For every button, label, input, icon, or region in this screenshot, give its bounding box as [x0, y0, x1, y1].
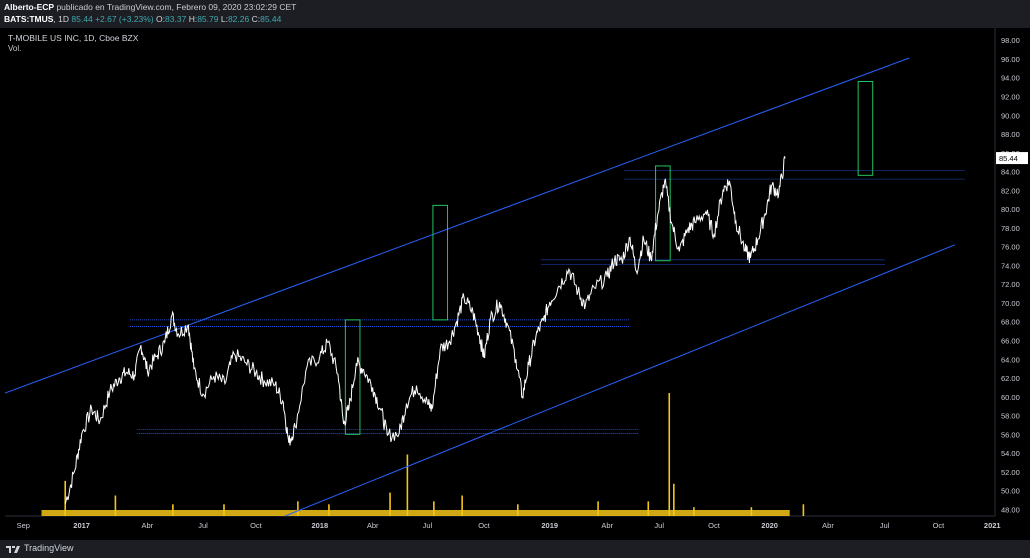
price-axis-label: 96.00 [1001, 55, 1020, 64]
time-axis-label: 2020 [761, 521, 778, 530]
time-axis-label: Oct [708, 521, 721, 530]
publisher-name[interactable]: Alberto-ECP [4, 2, 54, 12]
time-axis-label: 2021 [984, 521, 1001, 530]
price-change: +2.67 (+3.23%) [95, 14, 154, 24]
price-axis-label: 58.00 [1001, 412, 1020, 421]
published-text: publicado en TradingView.com, Febrero 09… [56, 2, 297, 12]
low-label: L: [220, 14, 228, 24]
price-axis-label: 84.00 [1001, 168, 1020, 177]
volume-bar [406, 454, 409, 516]
price-axis-label: 94.00 [1001, 74, 1020, 83]
price-axis-label: 62.00 [1001, 374, 1020, 383]
chart-header: Alberto-ECP publicado en TradingView.com… [0, 0, 1030, 28]
volume-baseline [41, 510, 790, 516]
time-axis-label: Sep [17, 521, 30, 530]
price-chart[interactable]: 48.00 50.00 52.00 54.00 56.00 58.00 60.00 62.00… [0, 28, 1030, 540]
price-axis-label: 76.00 [1001, 243, 1020, 252]
time-axis-label: Abr [142, 521, 154, 530]
volume-legend: Vol. [8, 44, 22, 53]
price-axis-label: 54.00 [1001, 449, 1020, 458]
price-axis-label: 78.00 [1001, 224, 1020, 233]
interval: 1D [58, 14, 70, 24]
time-axis-label: Abr [367, 521, 379, 530]
time-axis-label: 2017 [73, 521, 90, 530]
plot-background [5, 28, 995, 516]
volume-bar [802, 504, 805, 516]
tradingview-logo[interactable]: TradingView [6, 543, 74, 554]
time-axis-label: 2018 [311, 521, 328, 530]
open-value: 83.37 [165, 14, 187, 24]
footer: TradingView [0, 540, 1030, 558]
close-value: 85.44 [260, 14, 282, 24]
high-value: 85.79 [197, 14, 219, 24]
time-axis-label: Abr [601, 521, 613, 530]
time-axis-label: 2019 [541, 521, 558, 530]
price-axis-label: 82.00 [1001, 186, 1020, 195]
last-price-label: 85.44 [999, 154, 1018, 163]
chart-legend-title: T-MOBILE US INC, 1D, Cboe BZX [8, 33, 139, 43]
price-axis-label: 90.00 [1001, 111, 1020, 120]
price-axis-label: 70.00 [1001, 299, 1020, 308]
price-axis-label: 50.00 [1001, 487, 1020, 496]
price-axis-label: 92.00 [1001, 93, 1020, 102]
close-label: C: [251, 14, 261, 24]
price-axis-label: 64.00 [1001, 355, 1020, 364]
publish-info: Alberto-ECP publicado en TradingView.com… [4, 2, 296, 12]
price-axis-label: 66.00 [1001, 337, 1020, 346]
time-axis-label: Oct [250, 521, 263, 530]
chart-area[interactable]: 48.00 50.00 52.00 54.00 56.00 58.00 60.00 62.00… [0, 28, 1030, 540]
time-axis-label: Jul [198, 521, 208, 530]
open-label: O: [156, 14, 166, 24]
time-axis-label: Oct [933, 521, 946, 530]
ohlc-line: BATS:TMUS, 1D 85.44 +2.67 (+3.23%) O:83.… [4, 14, 282, 24]
time-axis-label: Jul [880, 521, 890, 530]
tradingview-logo-icon [6, 546, 20, 554]
time-axis-label: Jul [654, 521, 664, 530]
volume-bar [668, 393, 671, 516]
price-axis-label: 88.00 [1001, 130, 1020, 139]
low-value: 82.26 [227, 14, 250, 24]
time-axis-label: Jul [423, 521, 433, 530]
price-axis-label: 80.00 [1001, 205, 1020, 214]
high-label: H: [188, 14, 198, 24]
price-axis-label: 72.00 [1001, 280, 1020, 289]
last-price: 85.44 [71, 14, 93, 24]
price-axis-label: 74.00 [1001, 261, 1020, 270]
symbol: BATS:TMUS [4, 14, 54, 24]
time-axis-label: Oct [478, 521, 491, 530]
time-axis-label: Abr [822, 521, 834, 530]
tradingview-brand: TradingView [24, 543, 74, 553]
price-axis-label: 52.00 [1001, 468, 1020, 477]
price-axis-label: 68.00 [1001, 318, 1020, 327]
price-axis-label: 98.00 [1001, 36, 1020, 45]
price-axis-label: 60.00 [1001, 393, 1020, 402]
price-axis-label: 48.00 [1001, 505, 1020, 514]
price-axis-label: 56.00 [1001, 430, 1020, 439]
